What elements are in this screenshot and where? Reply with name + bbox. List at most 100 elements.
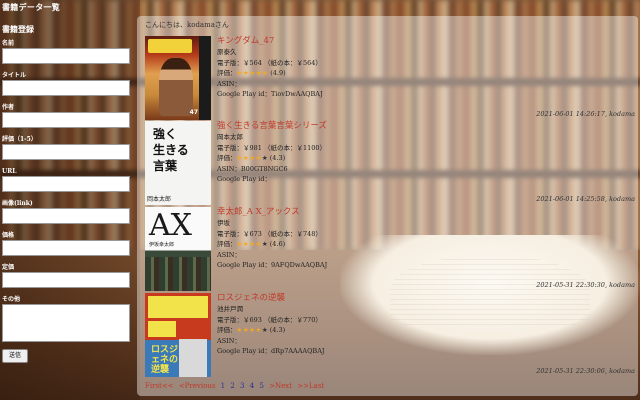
cover-author: 伊坂幸太郎 [149, 242, 175, 248]
book-registration-form: 書籍登録 名前 タイトル 作者 評価（1-5） URL 画像(link) 価格 … [2, 24, 132, 363]
page-link-3[interactable]: 3 [240, 382, 244, 390]
submit-button[interactable]: 送信 [2, 349, 29, 363]
comment-label: その他 [2, 296, 21, 303]
last-page-link[interactable]: >>Last [297, 382, 324, 390]
book-info: ロスジェネの逆襲 池井戸潤 電子版：￥693 （紙の本：￥770） 評価：★★★… [217, 293, 517, 357]
book-author: 原泰久 [217, 48, 237, 56]
rating-stars-empty: ★ [261, 326, 268, 334]
cover-title-line: 生きる [153, 143, 189, 157]
rating-value: (4.6) [269, 240, 286, 248]
book-asin: ASIN：B00GT8NGC6 [217, 164, 288, 173]
rating-label-text: 評価： [217, 326, 237, 334]
book-entry: ロスジェネの逆襲 ロスジェネの逆襲 池井戸潤 電子版：￥693 （紙の本：￥77… [145, 293, 635, 377]
entry-timestamp: 2021-06-01 14:25:58, kodama [536, 195, 635, 203]
book-rating: 評価：★★★★★ (4.6) [217, 239, 517, 250]
book-title-link[interactable]: ロスジェネの逆襲 [217, 293, 517, 304]
rating-label-text: 評価： [217, 154, 237, 162]
rating-value: (4.3) [269, 154, 286, 162]
book-list-panel: こんにちは、kodamaさん 47 キングダム_47 原泰久 電子版：￥564 … [137, 16, 638, 396]
image-link-label: 画像(link) [2, 200, 33, 207]
title-label: タイトル [2, 72, 27, 79]
page-link-5[interactable]: 5 [259, 382, 263, 390]
rating-stars: ★★★★★ [236, 69, 269, 77]
title-field[interactable] [2, 80, 130, 96]
page-link-1[interactable]: 1 [221, 382, 225, 390]
book-title-link[interactable]: 強く生きる言葉言葉シリーズ [217, 121, 517, 132]
book-cover-image[interactable]: 47 [145, 36, 211, 120]
book-title-link[interactable]: キングダム_47 [217, 36, 517, 47]
rating-stars-empty: ★ [261, 154, 268, 162]
site-title: 書籍データ一覧 [2, 2, 61, 12]
entry-timestamp: 2021-06-01 14:26:17, kodama [536, 110, 635, 118]
rating-label: 評価（1-5） [2, 136, 37, 143]
url-label: URL [2, 168, 17, 175]
cover-spine-strip [199, 36, 211, 120]
book-entry: 47 キングダム_47 原泰久 電子版：￥564 （紙の本：￥564） 評価：★… [145, 36, 635, 120]
name-field[interactable] [2, 48, 130, 64]
rating-label-text: 評価： [217, 240, 237, 248]
url-field[interactable] [2, 176, 130, 192]
cover-title-line: 言葉 [153, 159, 178, 173]
rating-value: (4.3) [269, 326, 286, 334]
book-asin: ASIN： [217, 79, 241, 88]
book-title-link[interactable]: 幸太郎_A X_アックス [217, 207, 517, 218]
book-price: 電子版：￥693 （紙の本：￥770） [217, 315, 322, 324]
rating-stars: ★★★★ [236, 240, 262, 248]
entry-timestamp: 2021-05-31 22:30:30, kodama [536, 281, 635, 289]
book-info: 幸太郎_A X_アックス 伊坂 電子版：￥673 （紙の本：￥748） 評価：★… [217, 207, 517, 271]
book-rating: 評価：★★★★★ (4.3) [217, 325, 517, 336]
book-author: 伊坂 [217, 219, 230, 227]
rating-field[interactable] [2, 144, 130, 160]
book-entry: AX 伊坂幸太郎 幸太郎_A X_アックス 伊坂 電子版：￥673 （紙の本：￥… [145, 207, 635, 291]
image-link-field[interactable] [2, 208, 130, 224]
cover-figure [159, 58, 193, 116]
book-info: 強く生きる言葉言葉シリーズ 岡本太郎 電子版：￥981 （紙の本：￥1100） … [217, 121, 517, 185]
greeting-text: こんにちは、kodamaさん [145, 21, 229, 29]
book-asin: ASIN： [217, 250, 241, 259]
book-price: 電子版：￥981 （紙の本：￥1100） [217, 143, 327, 152]
comment-textarea[interactable] [2, 304, 130, 342]
book-entry: 強く 生きる 言葉 岡本太郎 強く生きる言葉言葉シリーズ 岡本太郎 電子版：￥9… [145, 121, 635, 205]
list-price-field[interactable] [2, 272, 130, 288]
first-page-link[interactable]: First<< [145, 382, 174, 390]
form-heading: 書籍登録 [2, 24, 34, 34]
cover-title-line: 強く [153, 127, 178, 141]
cover-title: ロスジェネの逆襲 [151, 345, 179, 375]
book-price: 電子版：￥564 （紙の本：￥564） [217, 58, 322, 67]
book-google-play-id: Google Play id：TiovDwAAQBAJ [217, 90, 323, 98]
book-asin: ASIN： [217, 336, 241, 345]
book-cover-image[interactable]: 強く 生きる 言葉 岡本太郎 [145, 121, 211, 205]
cover-title-block [148, 321, 176, 337]
rating-stars: ★★★★ [236, 326, 262, 334]
book-cover-image[interactable]: ロスジェネの逆襲 [145, 293, 211, 377]
cover-building [179, 339, 207, 377]
cover-volume-number: 47 [189, 109, 198, 116]
rating-stars-empty: ★ [261, 240, 268, 248]
book-google-play-id: Google Play id：9AFQDwAAQBAJ [217, 261, 328, 269]
author-label: 作者 [2, 104, 15, 111]
price-field[interactable] [2, 240, 130, 256]
page-link-2[interactable]: 2 [230, 382, 234, 390]
page-link-4[interactable]: 4 [250, 382, 254, 390]
cover-title-block [148, 296, 208, 318]
book-author: 岡本太郎 [217, 133, 243, 141]
book-cover-image[interactable]: AX 伊坂幸太郎 [145, 207, 211, 291]
cover-author: 岡本太郎 [147, 196, 172, 203]
next-page-link[interactable]: >Next [269, 382, 292, 390]
book-rating: 評価：★★★★★ (4.3) [217, 153, 517, 164]
book-price: 電子版：￥673 （紙の本：￥748） [217, 229, 322, 238]
price-label: 価格 [2, 232, 15, 239]
book-google-play-id: Google Play id：dRp7AAAAQBAJ [217, 347, 325, 355]
name-label: 名前 [2, 40, 15, 47]
cover-title: AX [149, 208, 193, 243]
book-author: 池井戸潤 [217, 305, 243, 313]
previous-page-link[interactable]: <Previous [179, 382, 216, 390]
cover-title-logo [148, 39, 192, 53]
cover-scene [145, 257, 211, 291]
list-price-label: 定価 [2, 264, 15, 271]
entry-timestamp: 2021-05-31 22:30:06, kodama [536, 367, 635, 375]
rating-label-text: 評価： [217, 69, 237, 77]
pagination: First<< <Previous 1 2 3 4 5 >Next >>Last [145, 382, 327, 390]
book-rating: 評価：★★★★★ (4.9) [217, 68, 517, 79]
author-field[interactable] [2, 112, 130, 128]
